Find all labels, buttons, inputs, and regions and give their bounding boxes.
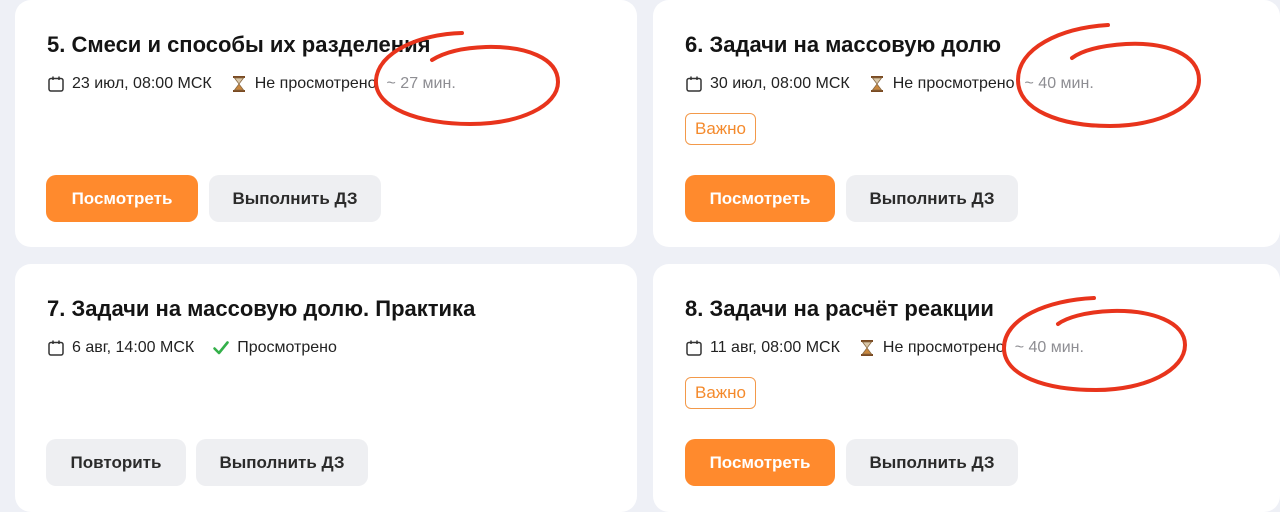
watch-button[interactable]: Посмотреть xyxy=(685,439,835,486)
do-homework-button[interactable]: Выполнить ДЗ xyxy=(196,439,368,486)
watch-button[interactable]: Посмотреть xyxy=(46,175,198,222)
lesson-card: 5. Смеси и способы их разделения 23 июл,… xyxy=(15,0,637,247)
calendar-icon xyxy=(48,76,64,92)
lesson-title: 8. Задачи на расчёт реакции xyxy=(685,296,994,321)
lesson-status: Не просмотрено xyxy=(254,75,377,92)
calendar-icon xyxy=(686,76,702,92)
lesson-status: Не просмотрено xyxy=(882,339,1005,356)
lesson-date: 23 июл, 08:00 МСК xyxy=(72,75,212,92)
important-badge: Важно xyxy=(685,113,757,145)
lesson-meta: 11 авг, 08:00 МСК Не просмотрено ~ 40 ми… xyxy=(685,336,1084,360)
lesson-status: Просмотрено xyxy=(237,339,337,356)
lesson-duration: ~ 40 мин. xyxy=(1014,339,1084,356)
calendar-icon xyxy=(686,340,702,356)
lesson-meta: 6 авг, 14:00 МСК Просмотрено xyxy=(47,336,347,360)
do-homework-button[interactable]: Выполнить ДЗ xyxy=(209,175,381,222)
lesson-status: Не просмотрено xyxy=(892,75,1015,92)
hourglass-icon xyxy=(860,340,873,356)
lesson-duration: ~ 27 мин. xyxy=(386,75,456,92)
lesson-date: 11 авг, 08:00 МСК xyxy=(710,339,840,356)
repeat-button[interactable]: Повторить xyxy=(46,439,186,486)
lesson-title: 7. Задачи на массовую долю. Практика xyxy=(47,296,476,321)
calendar-icon xyxy=(48,340,64,356)
lesson-meta: 23 июл, 08:00 МСК Не просмотрено ~ 27 ми… xyxy=(47,72,456,96)
lesson-title: 5. Смеси и способы их разделения xyxy=(47,32,431,57)
hourglass-icon xyxy=(870,76,883,92)
lesson-date: 30 июл, 08:00 МСК xyxy=(710,75,850,92)
lesson-meta: 30 июл, 08:00 МСК Не просмотрено ~ 40 ми… xyxy=(685,72,1094,96)
hourglass-icon xyxy=(232,76,245,92)
important-badge: Важно xyxy=(685,377,757,409)
lesson-date: 6 авг, 14:00 МСК xyxy=(72,339,195,356)
do-homework-button[interactable]: Выполнить ДЗ xyxy=(846,175,1018,222)
lesson-card: 7. Задачи на массовую долю. Практика 6 а… xyxy=(15,264,637,512)
checkmark-icon xyxy=(213,341,230,355)
lesson-card: 6. Задачи на массовую долю 30 июл, 08:00… xyxy=(653,0,1280,247)
do-homework-button[interactable]: Выполнить ДЗ xyxy=(846,439,1018,486)
watch-button[interactable]: Посмотреть xyxy=(685,175,835,222)
lesson-title: 6. Задачи на массовую долю xyxy=(685,32,1002,57)
lesson-card: 8. Задачи на расчёт реакции 11 авг, 08:0… xyxy=(653,264,1280,512)
lesson-duration: ~ 40 мин. xyxy=(1024,75,1094,92)
